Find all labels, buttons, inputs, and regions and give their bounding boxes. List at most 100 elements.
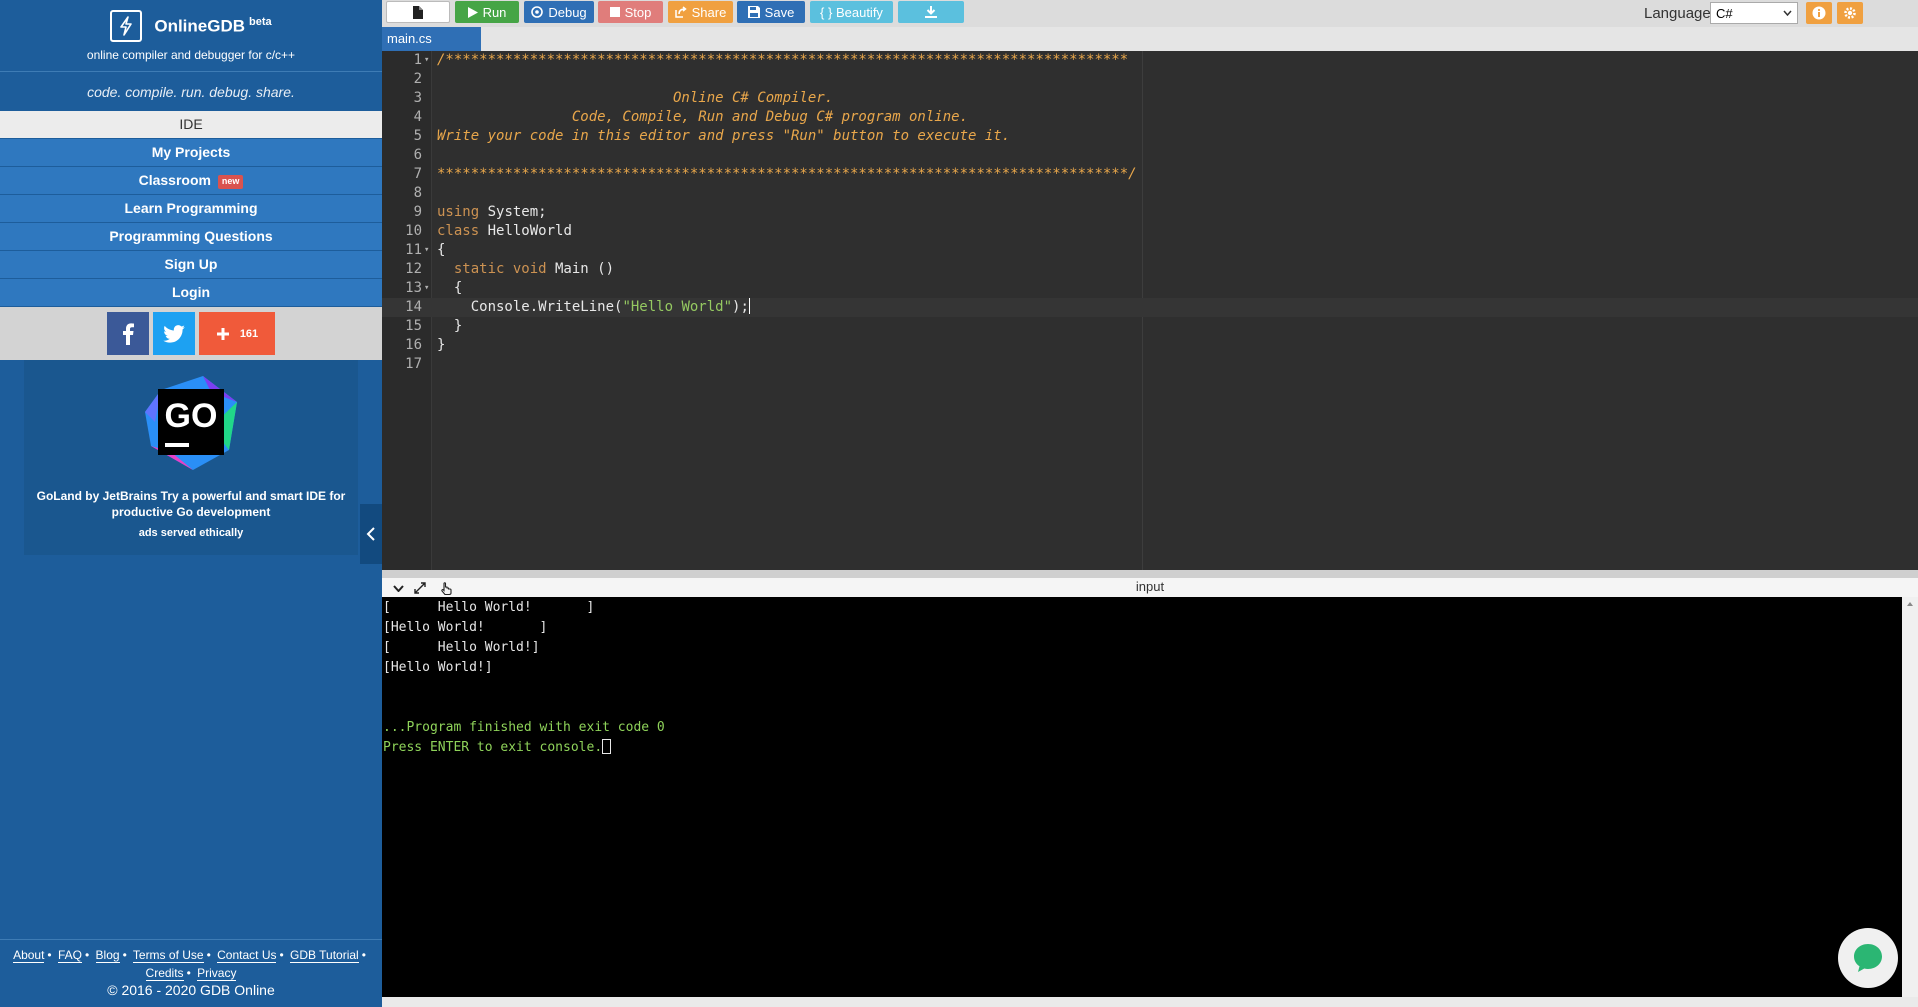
code-line[interactable]: 4 Code, Compile, Run and Debug C# progra…: [382, 108, 1918, 127]
code-line[interactable]: 11 ▾ {: [382, 241, 1918, 260]
code-token: Write your code in this editor and press…: [437, 128, 1011, 144]
info-button[interactable]: [1806, 2, 1832, 24]
ad-text[interactable]: GoLand by JetBrains Try a powerful and s…: [24, 488, 358, 520]
new-file-button[interactable]: [386, 1, 450, 23]
code-line[interactable]: 5 Write your code in this editor and pres…: [382, 127, 1918, 146]
console-status-line: Press ENTER to exit console.: [383, 738, 1902, 758]
save-button[interactable]: Save: [737, 1, 805, 23]
console-output-line: [ Hello World!]: [383, 638, 1902, 658]
code-text: Online C# Compiler.: [437, 89, 833, 108]
bolt-icon[interactable]: [110, 10, 143, 42]
line-number: 13: [405, 280, 422, 296]
download-button[interactable]: [898, 1, 964, 23]
code-line[interactable]: 14 Console.WriteLine("Hello World");: [382, 298, 1918, 317]
debug-icon: [531, 6, 544, 18]
console-scrollbar[interactable]: [1902, 597, 1918, 997]
nav-item-classroom[interactable]: Classroom new: [0, 167, 382, 195]
copyright: © 2016 - 2020 GDB Online: [107, 982, 275, 998]
code-line[interactable]: 17: [382, 355, 1918, 374]
twitter-share-button[interactable]: [153, 312, 195, 355]
code-token: Main (): [546, 261, 615, 277]
footer-link-gdb-tutorial[interactable]: GDB Tutorial: [290, 948, 359, 963]
code-token: {: [437, 242, 446, 258]
fold-arrow-icon[interactable]: ▾: [424, 241, 429, 260]
nav-item-sign-up[interactable]: Sign Up: [0, 251, 382, 279]
console-text: [Hello World! ]: [383, 620, 548, 635]
code-line[interactable]: 3 Online C# Compiler.: [382, 89, 1918, 108]
console-output[interactable]: [ Hello World! ] [Hello World! ] [ Hello W…: [382, 597, 1902, 997]
code-editor[interactable]: 1 ▾/*************************************…: [382, 51, 1918, 570]
code-token: static void: [437, 261, 547, 277]
nav-item-my-projects[interactable]: My Projects: [0, 139, 382, 167]
fold-arrow-icon[interactable]: ▾: [424, 51, 429, 70]
nav-item-login[interactable]: Login: [0, 279, 382, 307]
language-label: Language: [1644, 5, 1711, 22]
chat-button[interactable]: [1838, 928, 1898, 988]
stop-button[interactable]: Stop: [598, 1, 663, 23]
ad-ethical-link[interactable]: ads served ethically: [24, 527, 358, 539]
code-line[interactable]: 7 ***************************************…: [382, 165, 1918, 184]
console-header: input: [382, 578, 1918, 597]
panel-splitter[interactable]: [382, 570, 1918, 578]
code-text: static void Main (): [437, 260, 614, 279]
run-button[interactable]: Run: [455, 1, 519, 23]
code-token: }: [437, 318, 463, 334]
code-token: Online C# Compiler.: [437, 90, 834, 106]
ad-panel[interactable]: GO GoLand by JetBrains Try a powerful an…: [24, 360, 358, 555]
code-line[interactable]: 8: [382, 184, 1918, 203]
code-token: ****************************************…: [437, 166, 1137, 182]
collapse-sidebar-button[interactable]: [360, 504, 382, 564]
nav-item-ide[interactable]: IDE: [0, 111, 382, 139]
tagline: code. compile. run. debug. share.: [0, 71, 382, 111]
footer-link-faq[interactable]: FAQ: [57, 948, 82, 963]
brand-subtitle: online compiler and debugger for c/c++: [86, 48, 296, 62]
goland-logo[interactable]: GO: [141, 372, 241, 472]
settings-button[interactable]: [1837, 2, 1863, 24]
toolbar: Run Debug Stop Share Save { } Beautify L…: [382, 0, 1918, 27]
line-number: 9: [413, 204, 422, 220]
code-line[interactable]: 6: [382, 146, 1918, 165]
code-token: "Hello World": [622, 299, 733, 315]
debug-button[interactable]: Debug: [524, 1, 594, 23]
brand-name[interactable]: OnlineGDB beta: [154, 16, 271, 37]
line-number: 6: [413, 147, 422, 163]
terminal-cursor: [602, 739, 612, 754]
line-number: 17: [405, 356, 422, 372]
footer-link-privacy[interactable]: Privacy: [197, 966, 237, 981]
footer-link-about[interactable]: About: [13, 948, 45, 963]
line-number: 12: [405, 261, 422, 277]
console-status-line: ...Program finished with exit code 0: [383, 718, 1902, 738]
info-icon: [1812, 6, 1826, 20]
footer-link-blog[interactable]: Blog: [95, 948, 120, 963]
footer-link-credits[interactable]: Credits: [145, 966, 184, 981]
share-button[interactable]: Share: [668, 1, 733, 23]
code-line[interactable]: 13 ▾ {: [382, 279, 1918, 298]
code-line[interactable]: 15 }: [382, 317, 1918, 336]
gear-icon: [1844, 7, 1856, 19]
line-number: 2: [413, 71, 422, 87]
floppy-icon: [747, 6, 760, 18]
code-line[interactable]: 10 class HelloWorld: [382, 222, 1918, 241]
fold-arrow-icon[interactable]: ▾: [424, 279, 429, 298]
code-line[interactable]: 16}: [382, 336, 1918, 355]
code-line[interactable]: 2: [382, 70, 1918, 89]
language-select[interactable]: C#: [1710, 2, 1798, 24]
stop-icon: [609, 7, 620, 17]
beautify-button[interactable]: { } Beautify: [810, 1, 893, 23]
code-text: ****************************************…: [437, 165, 1137, 184]
code-line[interactable]: 9 using System;: [382, 203, 1918, 222]
nav-item-programming-questions[interactable]: Programming Questions: [0, 223, 382, 251]
footer-link-terms[interactable]: Terms of Use: [132, 948, 204, 963]
twitter-icon: [163, 324, 185, 343]
code-text: /***************************************…: [437, 51, 1128, 70]
facebook-share-button[interactable]: [107, 312, 149, 355]
code-text: class HelloWorld: [437, 222, 572, 241]
code-line[interactable]: 1 ▾ /*************************************…: [382, 51, 1918, 70]
code-token: Code, Compile, Run and Debug C# program …: [437, 109, 969, 125]
footer-link-contact[interactable]: Contact Us: [217, 948, 277, 963]
nav-item-learn-programming[interactable]: Learn Programming: [0, 195, 382, 223]
share-more-button[interactable]: 161: [199, 312, 275, 355]
file-tab-main[interactable]: main.cs: [382, 27, 481, 51]
code-line[interactable]: 12 static void Main (): [382, 260, 1918, 279]
